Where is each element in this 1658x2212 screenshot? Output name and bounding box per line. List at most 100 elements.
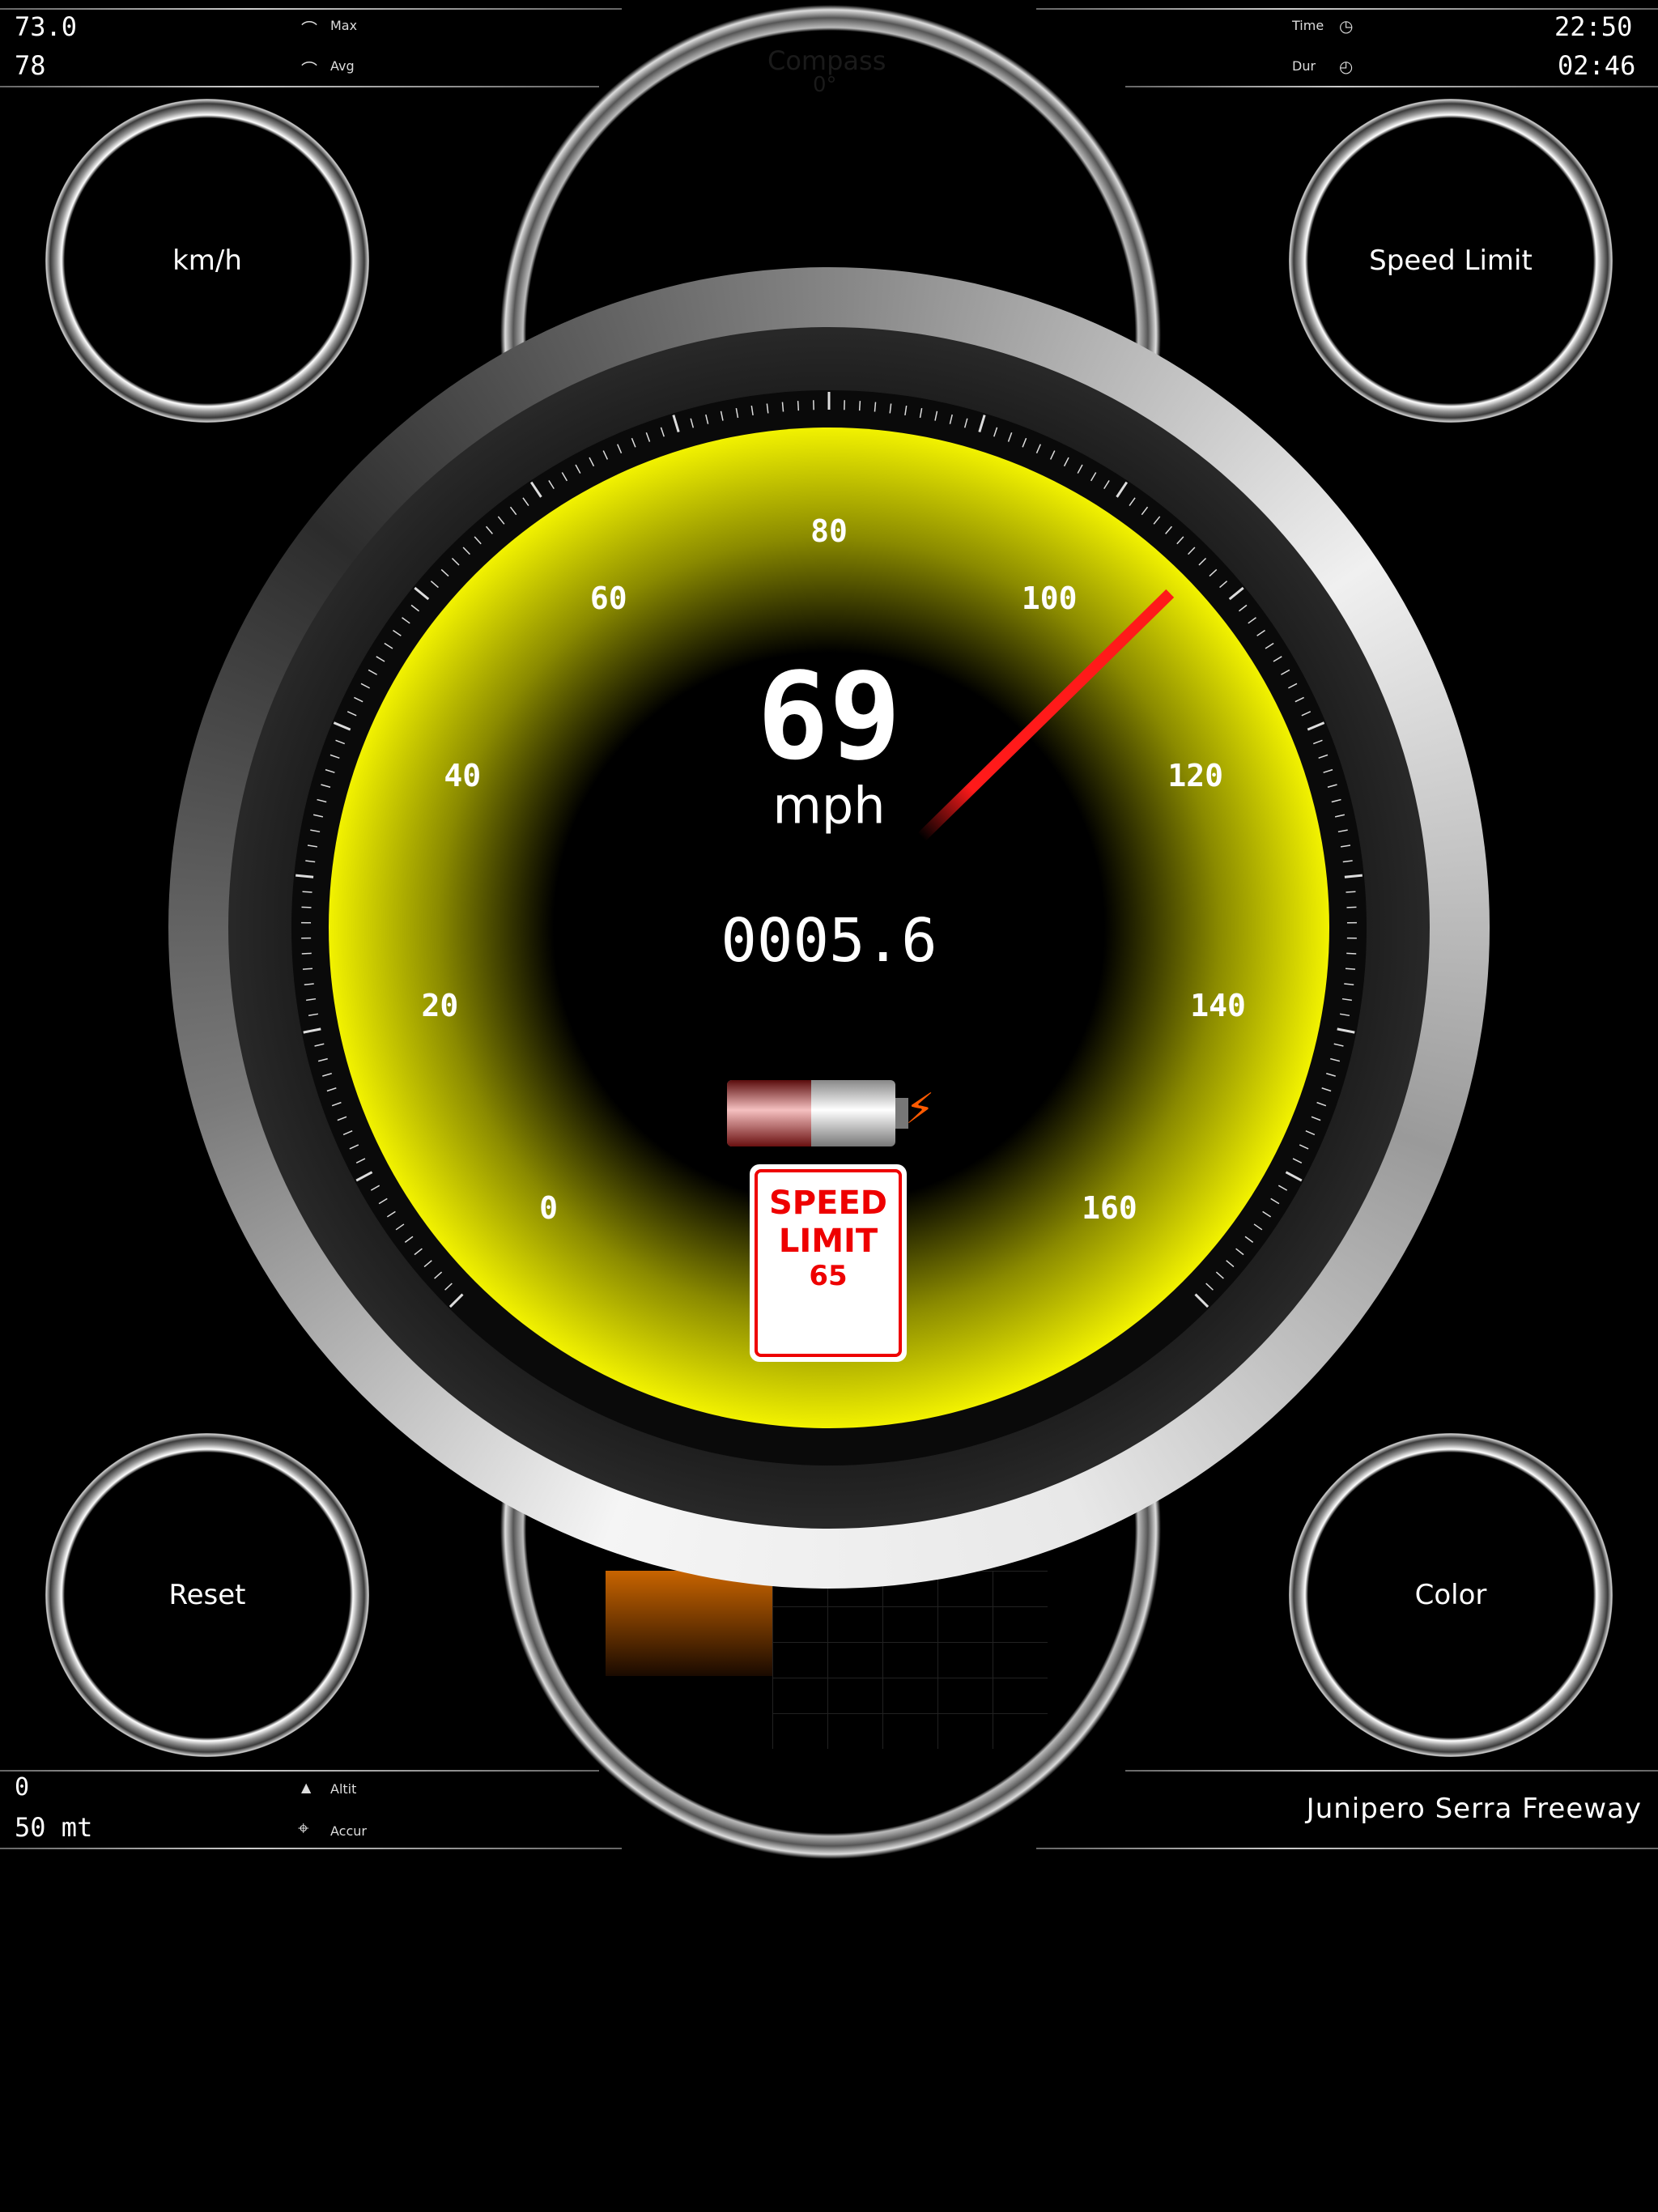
altitude-bar <box>606 1571 772 1676</box>
tick-105 <box>1176 536 1184 545</box>
tick-45 <box>376 656 385 662</box>
stopwatch-icon: ◴ <box>1339 57 1354 76</box>
tick-131 <box>1346 891 1356 893</box>
tick-37 <box>325 768 335 773</box>
tick-20 <box>303 1027 321 1034</box>
battery-icon <box>727 1080 895 1146</box>
tick-75 <box>750 405 754 416</box>
tick-148 <box>1299 1144 1309 1150</box>
tick-154 <box>1253 1223 1263 1231</box>
tick-38 <box>329 754 340 759</box>
tick-139 <box>1339 1013 1350 1017</box>
altitude-grid <box>772 1571 1048 1749</box>
tick-68 <box>645 432 651 442</box>
tick-106 <box>1188 547 1196 555</box>
tick-94 <box>1035 444 1041 453</box>
tick-57 <box>497 516 505 525</box>
tick-67 <box>631 437 636 448</box>
tick-129 <box>1342 860 1353 863</box>
units-button[interactable]: km/h <box>45 99 369 423</box>
tick-16 <box>326 1087 337 1092</box>
scale-label-160: 160 <box>1082 1190 1137 1227</box>
tick-44 <box>368 669 377 675</box>
tick-145 <box>1316 1101 1327 1107</box>
tick-123 <box>1323 768 1333 773</box>
tick-156 <box>1235 1248 1244 1256</box>
tick-149 <box>1292 1158 1303 1163</box>
accuracy-label: Accur <box>330 1823 367 1839</box>
tick-32 <box>307 844 317 848</box>
tick-41 <box>346 711 357 717</box>
tick-112 <box>1248 617 1256 624</box>
tick-159 <box>1205 1283 1214 1291</box>
speed-limit-button[interactable]: Speed Limit <box>1289 99 1613 423</box>
tick-7 <box>386 1210 396 1218</box>
tick-157 <box>1226 1260 1235 1268</box>
tick-140 <box>1337 1027 1355 1034</box>
tick-143 <box>1326 1073 1336 1077</box>
tick-74 <box>735 408 739 419</box>
tick-101 <box>1129 497 1136 506</box>
satellite-icon: ⌖ <box>298 1817 309 1840</box>
tick-158 <box>1215 1271 1224 1279</box>
tick-108 <box>1209 568 1218 577</box>
tick-124 <box>1327 784 1337 788</box>
tick-31 <box>305 860 316 863</box>
tick-83 <box>874 402 877 412</box>
tick-135 <box>1346 952 1357 955</box>
tick-52 <box>440 568 449 577</box>
tick-12 <box>349 1144 359 1150</box>
tick-42 <box>354 696 363 703</box>
color-button[interactable]: Color <box>1289 1433 1613 1757</box>
tick-3 <box>423 1260 432 1268</box>
tick-130 <box>1344 874 1363 878</box>
tick-136 <box>1345 968 1356 970</box>
avg-icon: ⌒ <box>301 60 317 79</box>
altitude-icon: ▲ <box>301 1780 312 1795</box>
tick-49 <box>410 604 419 612</box>
duration-value: 02:46 <box>1558 50 1636 81</box>
time-label: Time <box>1292 18 1324 33</box>
max-speed-value: 73.0 <box>15 11 78 42</box>
tick-152 <box>1270 1197 1280 1205</box>
tick-66 <box>617 444 623 453</box>
battery-fill <box>727 1080 811 1146</box>
tick-128 <box>1341 844 1351 848</box>
tick-119 <box>1301 711 1312 717</box>
tick-36 <box>321 784 331 788</box>
tick-6 <box>395 1223 405 1231</box>
tick-116 <box>1281 669 1290 675</box>
tick-59 <box>522 497 529 506</box>
street-name: Junipero Serra Freeway <box>1306 1793 1642 1825</box>
tick-15 <box>331 1101 342 1107</box>
dur-label: Dur <box>1292 58 1316 74</box>
tick-35 <box>317 798 327 803</box>
scale-label-80: 80 <box>810 513 848 549</box>
max-label: Max <box>330 18 358 33</box>
units-button-label: km/h <box>172 245 242 277</box>
tick-96 <box>1063 457 1069 467</box>
tick-120 <box>1307 721 1325 731</box>
tick-103 <box>1153 516 1161 525</box>
tick-60 <box>529 481 542 498</box>
speed-readout: 69 <box>756 647 902 786</box>
tick-55 <box>474 536 482 545</box>
tick-65 <box>602 450 609 460</box>
tick-153 <box>1262 1210 1272 1218</box>
tick-33 <box>310 829 321 833</box>
speed-unit: mph <box>772 776 886 836</box>
tick-40 <box>333 721 351 731</box>
tick-85 <box>904 405 908 416</box>
tick-142 <box>1330 1057 1341 1062</box>
tick-102 <box>1141 506 1149 516</box>
speed-limit-line1: SPEED <box>769 1185 887 1222</box>
tick-100 <box>1116 481 1129 498</box>
tick-125 <box>1331 798 1341 803</box>
tick-137 <box>1344 983 1354 986</box>
reset-button[interactable]: Reset <box>45 1433 369 1757</box>
tick-84 <box>889 403 892 414</box>
tick-17 <box>322 1073 332 1077</box>
tick-150 <box>1285 1171 1303 1182</box>
tick-104 <box>1165 525 1173 534</box>
tick-107 <box>1198 557 1207 566</box>
